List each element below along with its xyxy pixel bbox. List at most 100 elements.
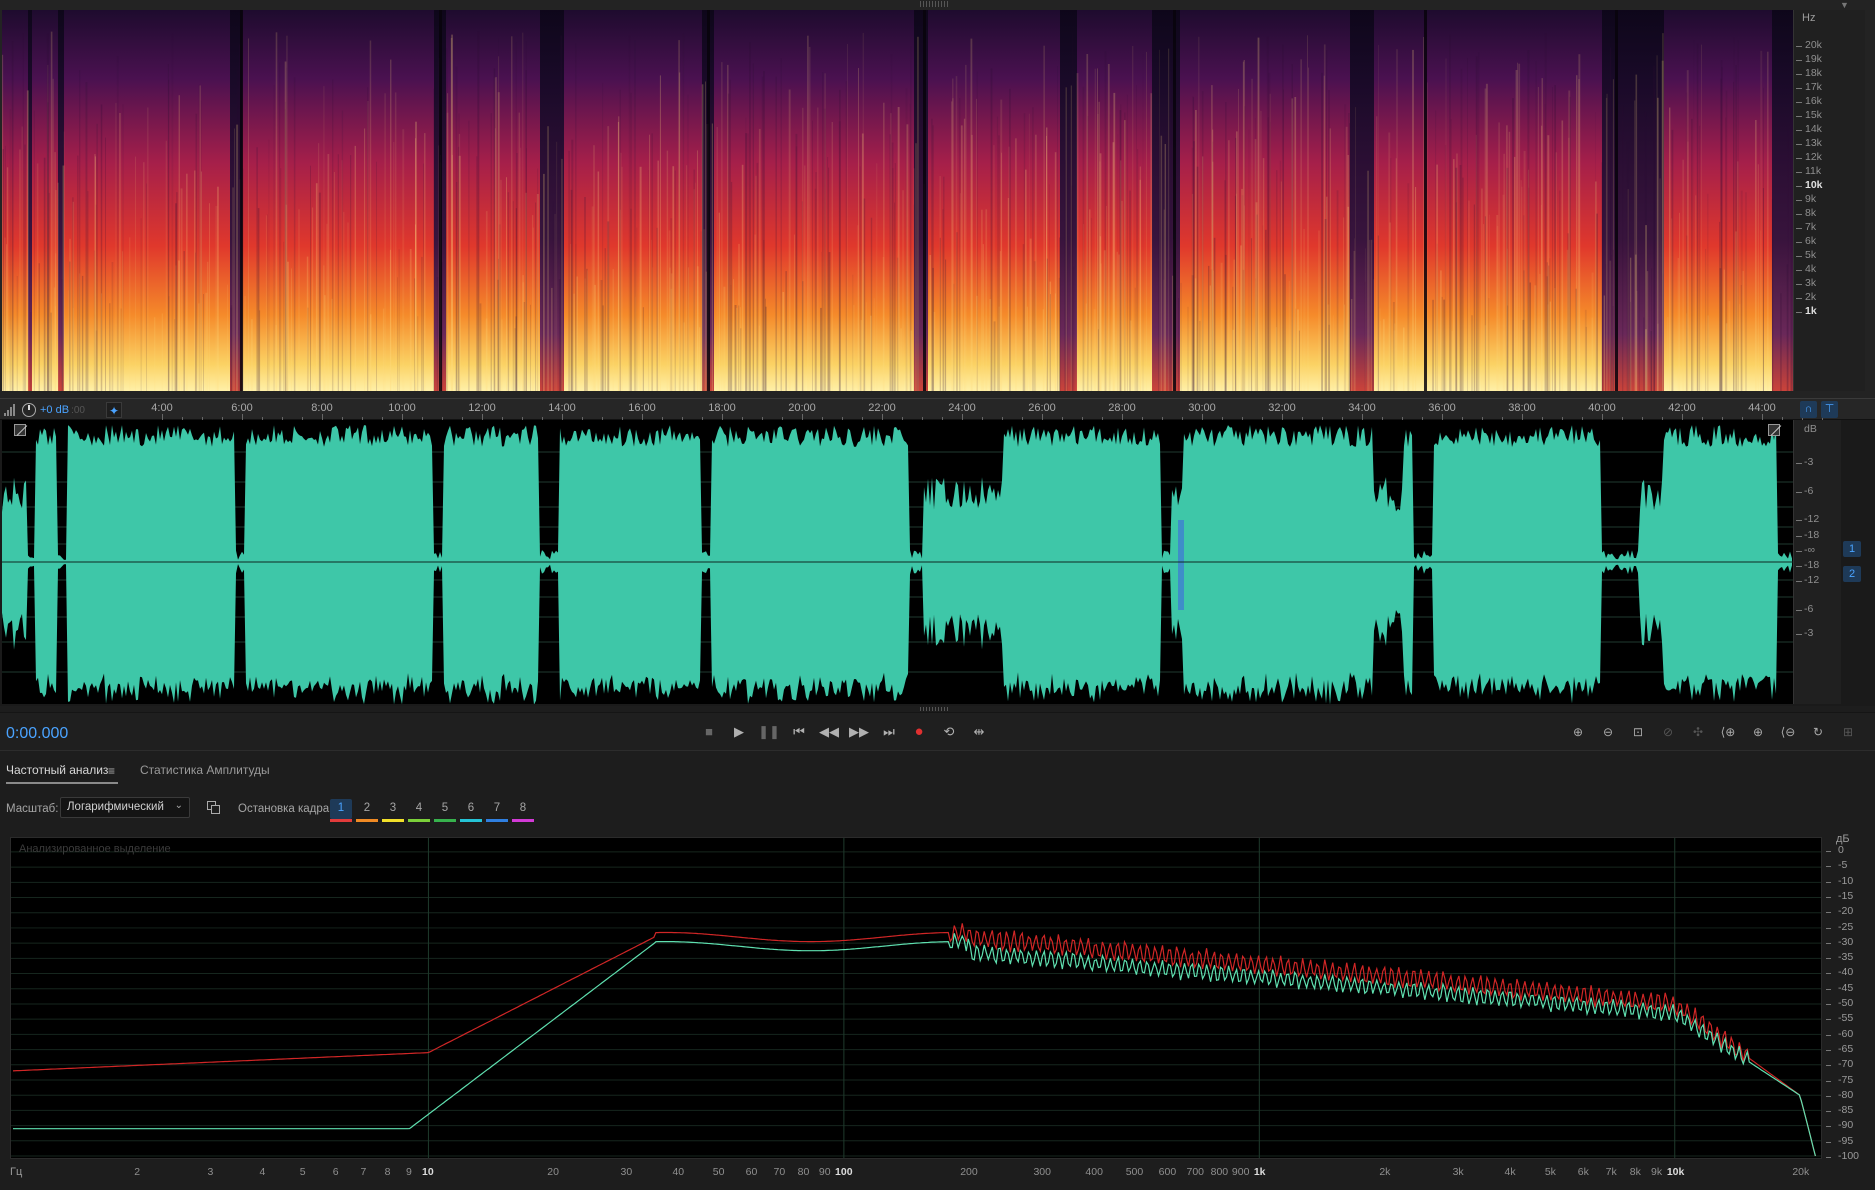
plot-freq-label: 10k (1666, 1166, 1685, 1178)
freeze-frame-8-button[interactable]: 8 (512, 799, 534, 819)
pin-icon[interactable]: ✦ (106, 402, 122, 418)
freeze-frame-4-button[interactable]: 4 (408, 799, 430, 819)
hz-label: 4k (1805, 263, 1817, 275)
plot-freq-label: 500 (1125, 1166, 1144, 1178)
panel-menu-icon[interactable]: ≡ (108, 764, 115, 778)
fade-in-handle-icon[interactable] (14, 424, 26, 436)
loop-button[interactable]: ⟲ (938, 722, 960, 742)
zoom-out-amplitude-icon[interactable]: ⊖ (1596, 722, 1620, 742)
freeze-frame-5-button[interactable]: 5 (434, 799, 456, 819)
plot-db-label: -100 (1838, 1150, 1860, 1162)
time-ruler[interactable]: +0 dB :00 ✦ 4:00 6:00 8:00 10:00 12:00 14:00 1… (0, 398, 1875, 420)
plot-db-tick (1826, 881, 1831, 883)
amplitude-ruler: dB -3 -6 -12 -18 -∞ -18 -12 -6 -3 (1793, 420, 1841, 704)
plot-freq-label: 6k (1577, 1166, 1589, 1178)
time-label: 6:00 (231, 402, 253, 414)
time-label: 38:00 (1508, 402, 1536, 414)
view-toggle-group: ∩ ⊤ (1800, 401, 1838, 418)
frequency-analysis-plot[interactable]: Анализированное выделение (10, 837, 1822, 1159)
copy-icon[interactable] (207, 801, 221, 815)
waveform-display[interactable]: dB -3 -6 -12 -18 -∞ -18 -12 -6 -3 1 2 (0, 420, 1875, 711)
hz-tick (1796, 312, 1802, 313)
current-time-readout[interactable]: 0:00.000 (6, 725, 68, 743)
plot-db-label: -40 (1838, 966, 1854, 979)
hz-label: 2k (1805, 291, 1817, 303)
freeze-frame-2-button[interactable]: 2 (356, 799, 378, 819)
tab-amplitude-statistics[interactable]: Статистика Амплитуды (140, 763, 270, 777)
tab-frequency-analysis[interactable]: Частотный анализ (6, 763, 108, 777)
time-label: 4:00 (151, 402, 173, 414)
plot-db-tick (1826, 1157, 1831, 1158)
rewind-button[interactable]: ◀◀ (818, 722, 840, 742)
plot-frequency-ruler: Гц 2 3 4 5 6 7 8 9 10 20 30 40 50 60 70 80 90 100 200 300 40… (10, 1161, 1822, 1185)
plot-freq-label: 600 (1158, 1166, 1177, 1178)
hud-controls: +0 dB :00 (4, 402, 85, 418)
zoom-selection-icon[interactable]: ✣ (1686, 722, 1710, 742)
channel-2-button[interactable]: 2 (1843, 566, 1861, 582)
collapse-arrow-icon[interactable]: ▼ (1840, 0, 1849, 10)
fast-forward-button[interactable]: ▶▶ (848, 722, 870, 742)
plot-db-tick (1826, 973, 1831, 975)
hz-tick (1796, 130, 1802, 131)
plot-db-label: -70 (1838, 1058, 1854, 1071)
marker-icon[interactable]: ⊤ (1821, 401, 1838, 418)
hz-tick (1796, 60, 1802, 61)
zoom-to-selection-icon[interactable]: ⊡ (1626, 722, 1650, 742)
record-button[interactable]: ● (908, 722, 930, 742)
freeze-frame-color-swatch (356, 819, 378, 822)
plot-db-tick (1826, 912, 1831, 914)
time-label: 12:00 (468, 402, 496, 414)
plot-freq-unit: Гц (10, 1166, 23, 1178)
plot-freq-label: 2k (1379, 1166, 1391, 1178)
skip-selection-button[interactable]: ⇹ (968, 722, 990, 742)
db-tick (1796, 520, 1802, 521)
freeze-frame-3-button[interactable]: 3 (382, 799, 404, 819)
time-label: 20:00 (788, 402, 816, 414)
plot-db-label: -90 (1838, 1119, 1854, 1132)
stop-button[interactable]: ■ (698, 722, 720, 742)
scale-select[interactable]: Логарифмический ⌄ (60, 797, 190, 818)
zoom-in-time-icon[interactable]: ⊕ (1746, 722, 1770, 742)
waveform-canvas[interactable] (2, 420, 1793, 704)
zoom-full-icon[interactable]: ↻ (1806, 722, 1830, 742)
time-label: 28:00 (1108, 402, 1136, 414)
gain-knob[interactable] (22, 403, 36, 417)
spectral-frequency-display[interactable]: ▼ Hz 20k 19k 18k 17k 16k 15k 14k 13k 12k 11k 10k 9k… (0, 0, 1875, 398)
channel-1-button[interactable]: 1 (1843, 541, 1861, 557)
hz-label: 13k (1805, 137, 1822, 149)
plot-db-tick (1826, 1141, 1831, 1143)
chevron-down-icon: ⌄ (174, 800, 183, 811)
zoom-reset-icon[interactable]: ⊞ (1836, 722, 1860, 742)
hz-label: 19k (1805, 53, 1822, 65)
plot-freq-label: 90 (818, 1166, 831, 1178)
panel-resize-handle[interactable] (920, 1, 948, 7)
hz-tick (1796, 74, 1802, 75)
hz-tick (1796, 200, 1802, 201)
freeze-frame-7-button[interactable]: 7 (486, 799, 508, 819)
time-label: 36:00 (1428, 402, 1456, 414)
headphones-icon[interactable]: ∩ (1800, 401, 1817, 418)
plot-freq-label: 700 (1186, 1166, 1205, 1178)
play-button[interactable]: ▶ (728, 722, 750, 742)
freeze-frame-1-button[interactable]: 1 (330, 799, 352, 819)
panel-resize-handle-2[interactable] (920, 707, 948, 711)
hz-label: 9k (1805, 193, 1817, 205)
zoom-in-amplitude-icon[interactable]: ⊕ (1566, 722, 1590, 742)
zoom-in-left-icon[interactable]: ⟨⊕ (1716, 722, 1740, 742)
fade-out-handle-icon[interactable] (1768, 424, 1780, 436)
plot-freq-label: 9 (405, 1166, 412, 1178)
pause-button[interactable]: ❚❚ (758, 722, 780, 742)
zoom-out-full-icon[interactable]: ⊘ (1656, 722, 1680, 742)
zoom-out-time-icon[interactable]: ⟨⊖ (1776, 722, 1800, 742)
plot-freq-label: 40 (672, 1166, 685, 1178)
level-meter-icon[interactable] (4, 404, 18, 416)
go-to-end-button[interactable]: ⏭ (878, 722, 900, 742)
gain-value[interactable]: +0 dB (40, 404, 69, 416)
time-label: 14:00 (548, 402, 576, 414)
time-label: 8:00 (311, 402, 333, 414)
freeze-frame-6-button[interactable]: 6 (460, 799, 482, 819)
hz-tick (1796, 46, 1802, 47)
spectrogram-canvas[interactable] (2, 10, 1793, 391)
go-to-start-button[interactable]: ⏮ (788, 722, 810, 742)
db-tick (1796, 566, 1802, 567)
